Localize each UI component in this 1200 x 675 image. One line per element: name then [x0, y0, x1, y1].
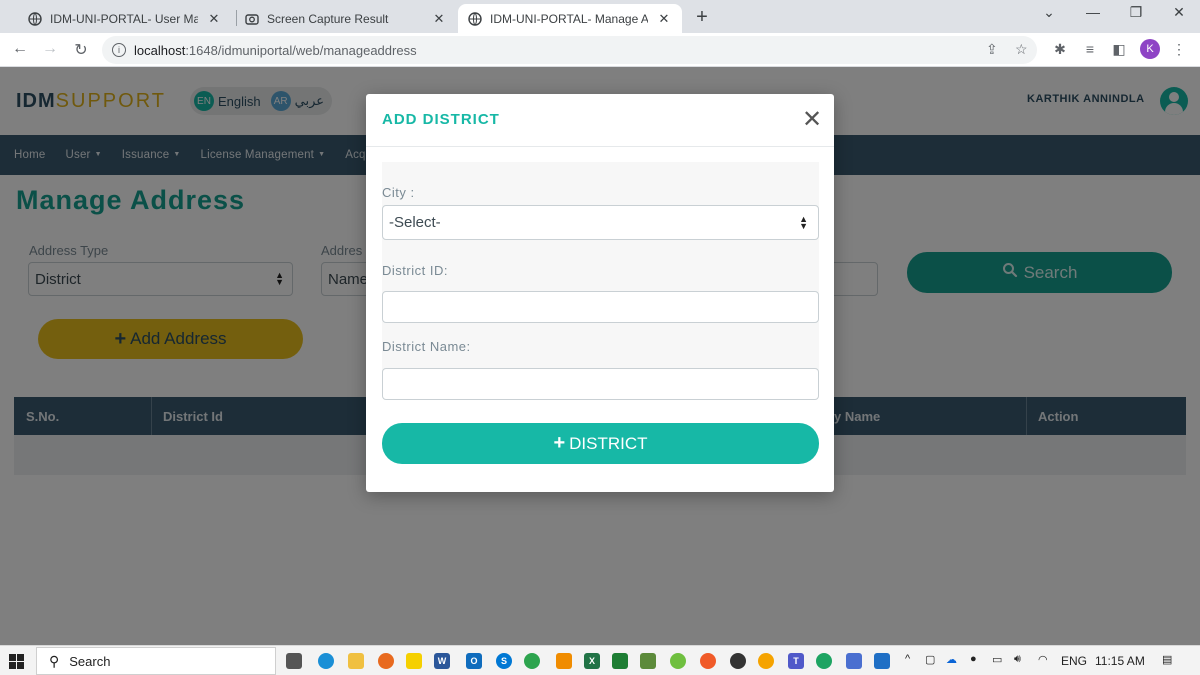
outlook-icon[interactable]: O [466, 653, 482, 669]
reading-list-icon[interactable]: ≡ [1081, 41, 1099, 57]
restore-button[interactable]: ❐ [1124, 4, 1148, 21]
screen: IDM-UNI-PORTAL- User Manage ✕ Screen Cap… [0, 0, 1200, 675]
tab-manage-address[interactable]: IDM-UNI-PORTAL- Manage Addr ✕ [458, 4, 682, 33]
select-arrows-icon: ▲▼ [799, 214, 808, 231]
close-icon[interactable]: ✕ [656, 11, 672, 27]
district-id-input[interactable] [382, 291, 819, 323]
modal-header: ADD DISTRICT ✕ [366, 94, 834, 147]
app-icon[interactable] [612, 653, 628, 669]
modal-title: ADD DISTRICT [382, 111, 500, 128]
extensions-icon[interactable]: ✱ [1051, 41, 1069, 58]
app-icon[interactable] [758, 653, 774, 669]
task-view-icon[interactable] [286, 653, 302, 669]
windows-taskbar: ⚲ Search W O S X T ^ ▢ ☁ ● ▭ 🔊︎ ◠ ENG 11… [0, 645, 1200, 675]
search-icon: ⚲ [49, 652, 60, 669]
browser-tab-bar: IDM-UNI-PORTAL- User Manage ✕ Screen Cap… [0, 0, 1200, 33]
app-icon[interactable] [816, 653, 832, 669]
add-district-label: DISTRICT [569, 433, 648, 453]
district-name-input[interactable] [382, 368, 819, 400]
info-icon[interactable]: i [112, 43, 126, 57]
city-select-value: -Select- [389, 214, 441, 231]
bookmark-star-icon[interactable]: ☆ [1015, 41, 1028, 58]
firefox-icon[interactable] [378, 653, 394, 669]
chevron-up-icon[interactable]: ^ [905, 653, 910, 665]
district-id-label: District ID: [382, 263, 448, 278]
reload-icon[interactable]: ↻ [70, 40, 92, 60]
city-select[interactable]: -Select- ▲ ▼ [382, 205, 819, 240]
tab-title: IDM-UNI-PORTAL- User Manage [50, 11, 198, 26]
url-path: :1648/idmuniportal/web/manageaddress [185, 42, 417, 58]
tab-search-icon[interactable]: ⌄ [1037, 4, 1061, 21]
tab-title: IDM-UNI-PORTAL- Manage Addr [490, 11, 648, 26]
minimize-button[interactable]: — [1081, 4, 1105, 20]
forward-icon[interactable]: → [39, 40, 61, 58]
photos-icon[interactable] [874, 653, 890, 669]
add-district-button[interactable]: + DISTRICT [382, 423, 819, 464]
tab-screen-capture[interactable]: Screen Capture Result ✕ [235, 4, 457, 33]
taskbar-clock[interactable]: 11:15 AM [1095, 654, 1145, 668]
browser-toolbar: ← → ↻ i localhost:1648/idmuniportal/web/… [0, 33, 1200, 67]
app-icon[interactable] [670, 653, 686, 669]
network-app-icon[interactable] [846, 653, 862, 669]
close-icon[interactable]: ✕ [431, 11, 447, 27]
language-indicator[interactable]: ENG [1061, 654, 1087, 668]
sticky-notes-icon[interactable] [406, 653, 422, 669]
new-tab-button[interactable]: + [692, 6, 712, 29]
app-icon[interactable] [700, 653, 716, 669]
city-label: City : [382, 185, 415, 200]
app-icon[interactable] [556, 653, 572, 669]
notifications-icon[interactable]: ▤ [1162, 653, 1172, 666]
chrome-icon[interactable] [524, 653, 540, 669]
close-window-button[interactable]: ✕ [1167, 4, 1191, 21]
excel-icon[interactable]: X [584, 653, 600, 669]
windows-start-icon[interactable] [9, 654, 24, 669]
skype-icon[interactable]: S [496, 653, 512, 669]
globe-icon [468, 11, 482, 26]
profile-avatar[interactable]: K [1140, 39, 1160, 59]
more-menu-icon[interactable]: ⋮ [1170, 41, 1188, 58]
settings-icon[interactable] [730, 653, 746, 669]
word-icon[interactable]: W [434, 653, 450, 669]
url-host: localhost [134, 42, 186, 58]
address-bar[interactable]: i localhost:1648/idmuniportal/web/manage… [102, 36, 1037, 64]
tab-user-management[interactable]: IDM-UNI-PORTAL- User Manage ✕ [18, 4, 232, 33]
file-explorer-icon[interactable] [348, 653, 364, 669]
plus-icon: + [553, 432, 566, 454]
volume-icon[interactable]: 🔊︎ [1014, 653, 1021, 666]
district-name-label: District Name: [382, 339, 471, 354]
tray-icon[interactable]: ● [970, 653, 977, 665]
camera-icon [245, 12, 259, 26]
back-icon[interactable]: ← [9, 40, 31, 58]
close-icon[interactable]: ✕ [802, 108, 822, 132]
notepad-icon[interactable] [640, 653, 656, 669]
edge-icon[interactable] [318, 653, 334, 669]
taskbar-search-label: Search [69, 653, 111, 669]
battery-icon[interactable]: ▭ [992, 653, 1002, 666]
tab-title: Screen Capture Result [267, 11, 389, 26]
close-icon[interactable]: ✕ [206, 11, 222, 27]
globe-icon [28, 11, 42, 26]
onedrive-icon[interactable]: ☁ [946, 653, 957, 666]
wifi-icon[interactable]: ◠ [1038, 653, 1048, 666]
teams-icon[interactable]: T [788, 653, 804, 669]
share-icon[interactable]: ⇪ [986, 41, 998, 58]
side-panel-icon[interactable]: ◧ [1110, 41, 1128, 58]
add-district-modal: ADD DISTRICT ✕ City : -Select- ▲ ▼ Distri… [366, 94, 834, 492]
taskbar-search[interactable]: ⚲ Search [36, 647, 276, 675]
tray-icon[interactable]: ▢ [925, 653, 935, 666]
